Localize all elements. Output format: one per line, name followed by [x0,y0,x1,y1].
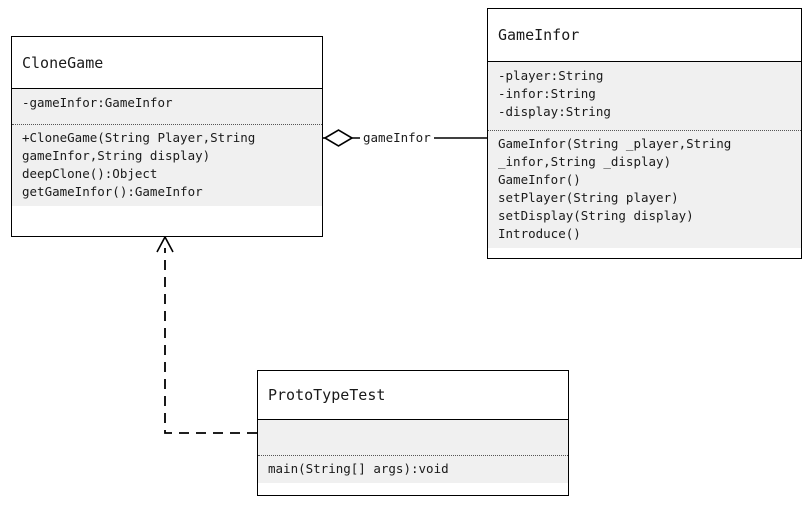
operation-row: GameInfor() [498,172,581,187]
uml-class-gameinfor[interactable]: GameInfor -player:String -infor:String -… [487,8,802,259]
uml-class-clonegame[interactable]: CloneGame -gameInfor:GameInfor +CloneGam… [11,36,323,237]
operation-row: +CloneGame(String Player,String gameInfo… [22,130,263,163]
realization-dashed-path [164,248,257,434]
operation-row: setDisplay(String display) [498,208,694,223]
class-body-gameinfor: -player:String -infor:String -display:St… [488,62,801,248]
operation-row: setPlayer(String player) [498,190,679,205]
attribute-row: -player:String [498,68,604,83]
operations-section-prototypetest: main(String[] args):void [258,456,568,483]
operations-section-gameinfor: GameInfor(String _player,String _infor,S… [488,131,801,248]
attribute-row: -display:String [498,104,611,119]
operation-row: getGameInfor():GameInfor [22,184,203,199]
class-name-prototypetest: ProtoTypeTest [268,386,386,404]
class-body-clonegame: -gameInfor:GameInfor +CloneGame(String P… [12,89,322,206]
operation-row: main(String[] args):void [268,461,449,476]
class-header-clonegame: CloneGame [12,37,322,89]
operation-row: GameInfor(String _player,String _infor,S… [498,136,739,169]
attribute-row: -infor:String [498,86,596,101]
operation-row: deepClone():Object [22,166,158,181]
attributes-section-prototypetest [258,420,568,455]
uml-class-diagram: gameInfor CloneGame -gameInfor:GameInfor… [0,0,810,521]
class-header-prototypetest: ProtoTypeTest [258,371,568,420]
attributes-section-clonegame: -gameInfor:GameInfor [12,89,322,124]
operations-section-clonegame: +CloneGame(String Player,String gameInfo… [12,125,322,206]
class-name-clonegame: CloneGame [22,53,104,72]
attribute-row: -gameInfor:GameInfor [22,95,173,110]
attributes-section-gameinfor: -player:String -infor:String -display:St… [488,62,801,130]
association-label-gameinfor: gameInfor [360,129,434,147]
class-header-gameinfor: GameInfor [488,9,801,62]
operation-row: Introduce() [498,226,581,241]
class-body-prototypetest: main(String[] args):void [258,420,568,483]
realization-connector[interactable] [156,235,257,434]
uml-class-prototypetest[interactable]: ProtoTypeTest main(String[] args):void [257,370,569,496]
hollow-diamond-icon [323,129,354,147]
class-name-gameinfor: GameInfor [498,26,580,44]
